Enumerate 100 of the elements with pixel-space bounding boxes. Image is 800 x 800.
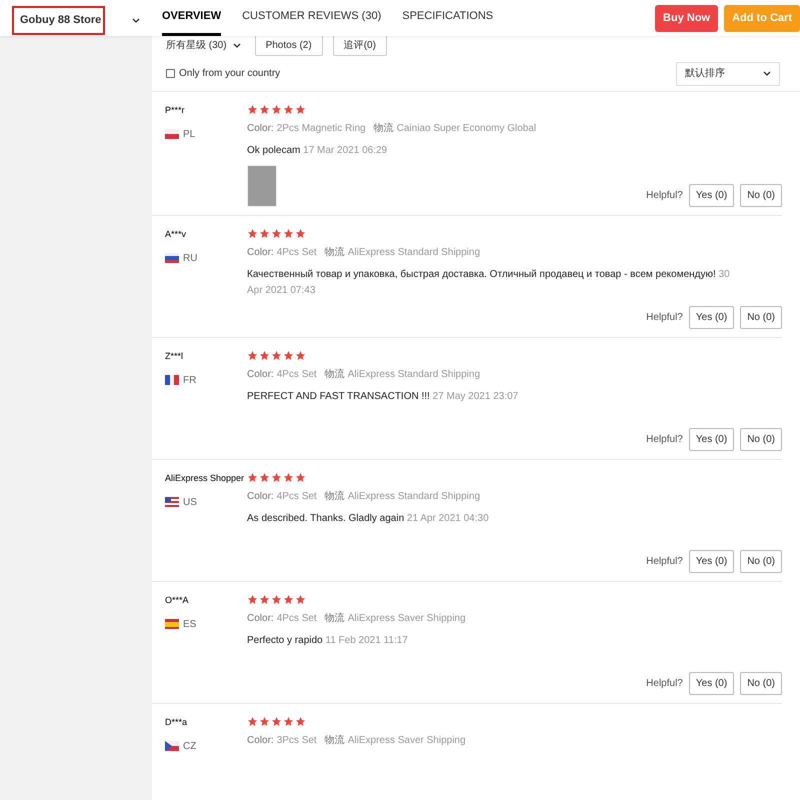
star-icon <box>295 594 306 605</box>
sort-select[interactable]: 默认排序 <box>676 62 780 86</box>
star-icon <box>283 472 294 483</box>
helpful-label: Helpful? <box>646 677 683 691</box>
helpful-label: Helpful? <box>646 311 683 325</box>
star-icon <box>247 472 258 483</box>
country-code: FR <box>183 374 196 388</box>
chevron-down-icon <box>132 18 140 22</box>
shipping-label: 物流 <box>374 122 394 136</box>
star-icon <box>247 716 258 727</box>
color-label: Color: <box>247 368 274 382</box>
rating-select[interactable]: 所有星级 (30) <box>166 38 245 52</box>
shipping-label: 物流 <box>324 734 345 748</box>
yes-button[interactable]: Yes (0) <box>688 306 734 329</box>
flag-icon <box>165 497 179 507</box>
color-value: 4Pcs Set <box>276 246 317 260</box>
country-code: CZ <box>183 740 196 754</box>
star-icon <box>259 716 270 727</box>
flag-icon <box>165 619 179 629</box>
star-icon <box>271 104 282 115</box>
star-icon <box>283 594 294 605</box>
star-icon <box>271 350 282 361</box>
color-label: Color: <box>247 490 274 504</box>
star-icon <box>259 228 270 239</box>
helpful-label: Helpful? <box>646 433 683 447</box>
star-icon <box>283 350 294 361</box>
star-icon <box>259 594 270 605</box>
star-icon <box>271 472 282 483</box>
star-icon <box>259 472 270 483</box>
reviewer-name: AliExpress Shopper <box>165 472 244 485</box>
shipping-label: 物流 <box>324 612 345 626</box>
yes-button[interactable]: Yes (0) <box>688 428 734 451</box>
star-icon <box>271 228 282 239</box>
yes-button[interactable]: Yes (0) <box>688 184 734 207</box>
review-text: Perfecto y rapido 11 Feb 2021 11:17 <box>247 634 408 648</box>
color-value: 4Pcs Set <box>276 368 317 382</box>
star-icon <box>247 228 258 239</box>
color-value: 3Pcs Set <box>276 734 317 748</box>
shipping-label: 物流 <box>324 246 345 260</box>
shipping-value: AliExpress Saver Shipping <box>348 612 466 626</box>
reviewer-name: Z***l <box>165 350 184 363</box>
star-icon <box>259 104 270 115</box>
country-code: ES <box>183 618 196 632</box>
no-button[interactable]: No (0) <box>740 306 782 329</box>
star-icon <box>247 594 258 605</box>
color-label: Color: <box>247 612 274 626</box>
shipping-label: 物流 <box>324 490 345 504</box>
yes-button[interactable]: Yes (0) <box>688 672 734 695</box>
helpful-label: Helpful? <box>646 555 683 569</box>
chevron-down-icon <box>232 42 241 48</box>
shipping-value: AliExpress Standard Shipping <box>348 368 480 382</box>
shipping-label: 物流 <box>324 368 345 382</box>
star-icon <box>283 104 294 115</box>
tab[interactable]: CUSTOMER REVIEWS (30) <box>242 0 382 36</box>
star-icon <box>283 228 294 239</box>
no-button[interactable]: No (0) <box>740 184 782 207</box>
helpful-label: Helpful? <box>646 189 683 203</box>
star-icon <box>283 716 294 727</box>
no-button[interactable]: No (0) <box>740 672 782 695</box>
no-button[interactable]: No (0) <box>740 550 782 573</box>
checkbox[interactable] <box>166 69 175 78</box>
store-select[interactable]: Gobuy 88 Store <box>12 6 105 34</box>
color-label: Color: <box>247 122 274 136</box>
flag-icon <box>165 375 179 385</box>
color-label: Color: <box>247 246 274 260</box>
reviewer-name: A***v <box>165 228 186 241</box>
tab[interactable]: SPECIFICATIONS <box>402 0 494 36</box>
review-text: Ok polecam 17 Mar 2021 06:29 <box>247 144 388 158</box>
star-icon <box>295 228 306 239</box>
star-icon <box>271 716 282 727</box>
country-code: RU <box>183 252 198 266</box>
no-button[interactable]: No (0) <box>740 428 782 451</box>
review-text: PERFECT AND FAST TRANSACTION !!! 27 May 2021 23:07 <box>247 390 518 404</box>
reviewer-name: O***A <box>165 594 189 607</box>
flag-icon <box>165 129 179 139</box>
color-value: 2Pcs Magnetic Ring <box>276 122 366 136</box>
review-text: Качественный товар и упаковка, быстрая доставка. Отличный продавец и товар - всем рекомендую! 30 Apr 2021 07:43 <box>247 268 731 298</box>
filter-button[interactable]: 追评(0) <box>332 34 387 56</box>
star-icon <box>295 350 306 361</box>
star-icon <box>295 104 306 115</box>
yes-button[interactable]: Yes (0) <box>688 550 734 573</box>
filter-button[interactable]: Photos (2) <box>254 34 323 56</box>
buy-now-button[interactable]: Buy Now <box>655 4 718 32</box>
flag-icon <box>165 253 179 263</box>
flag-icon <box>165 741 179 751</box>
country-code: PL <box>183 128 196 142</box>
shipping-value: AliExpress Standard Shipping <box>348 246 480 260</box>
country-code: US <box>183 496 197 510</box>
star-icon <box>259 350 270 361</box>
star-icon <box>247 350 258 361</box>
color-value: 4Pcs Set <box>276 490 317 504</box>
star-icon <box>295 472 306 483</box>
review-text: As described. Thanks. Gladly again 21 Apr 2021 04:30 <box>247 512 489 526</box>
shipping-value: AliExpress Saver Shipping <box>348 734 466 748</box>
reviewer-name: P***r <box>165 104 185 117</box>
checkbox-label: Only from your country <box>179 67 280 81</box>
shipping-value: Cainiao Super Economy Global <box>396 122 536 136</box>
star-icon <box>295 716 306 727</box>
star-icon <box>247 104 258 115</box>
star-icon <box>271 594 282 605</box>
